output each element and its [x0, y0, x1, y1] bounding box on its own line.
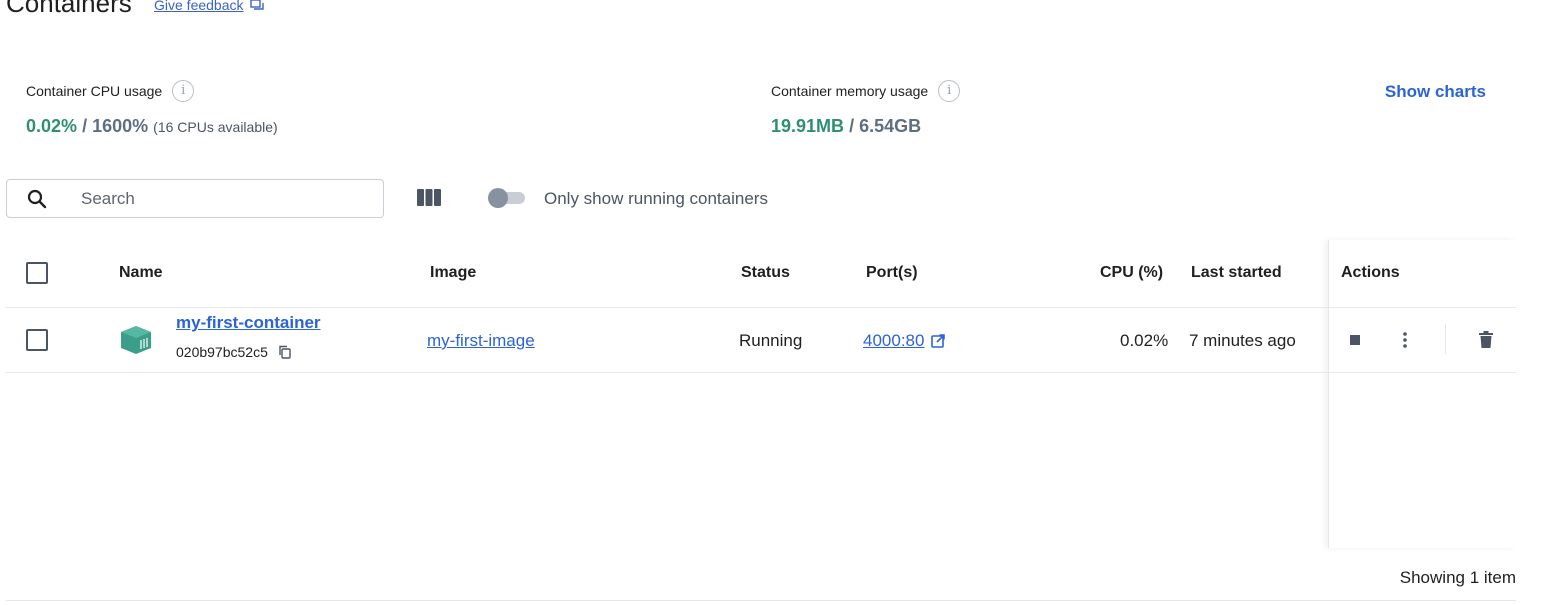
container-id: 020b97bc52c5 — [176, 343, 292, 361]
header-divider — [6, 307, 1516, 308]
cpu-usage-separator: / — [82, 116, 88, 136]
more-actions-button[interactable] — [1391, 326, 1419, 354]
memory-usage-label: Container memory usage i — [771, 80, 961, 102]
copy-icon[interactable] — [278, 345, 292, 359]
search-input[interactable] — [81, 188, 341, 209]
column-settings-button[interactable] — [416, 187, 442, 209]
port-link[interactable]: 4000:80 — [863, 330, 946, 352]
cpu-value: 0.02% — [1120, 331, 1169, 350]
port-link-text[interactable]: 4000:80 — [863, 330, 924, 352]
row-select-checkbox[interactable] — [26, 329, 48, 351]
memory-usage-label-text: Container memory usage — [771, 83, 929, 99]
memory-usage-value: 19.91MB / 6.54GB — [771, 115, 921, 137]
bottom-divider — [6, 600, 1516, 601]
columns-icon — [417, 189, 441, 206]
search-box — [6, 179, 384, 218]
cpu-available-note: (16 CPUs available) — [153, 119, 278, 135]
column-header-image[interactable]: Image — [430, 263, 476, 283]
trash-icon — [1479, 331, 1493, 348]
cpu-usage-label-text: Container CPU usage — [26, 83, 163, 99]
info-icon[interactable]: i — [938, 80, 961, 102]
actions-separator — [1445, 324, 1446, 354]
running-only-toggle[interactable] — [488, 188, 526, 208]
cpu-usage-value: 0.02% / 1600% (16 CPUs available) — [26, 115, 278, 138]
stop-icon — [1350, 335, 1360, 345]
stop-button[interactable] — [1341, 326, 1369, 354]
column-header-last-started[interactable]: Last started — [1191, 263, 1282, 283]
delete-button[interactable] — [1472, 326, 1500, 354]
memory-usage-current: 19.91MB — [771, 116, 845, 136]
cpu-usage-current: 0.02% — [26, 116, 78, 136]
toggle-knob — [488, 188, 508, 208]
cpu-usage-total: 1600% — [92, 116, 149, 136]
select-all-checkbox[interactable] — [26, 262, 48, 284]
page-title: Containers — [6, 0, 132, 18]
info-icon[interactable]: i — [172, 80, 195, 102]
column-header-ports[interactable]: Port(s) — [866, 263, 918, 283]
column-header-actions: Actions — [1341, 264, 1400, 281]
container-icon — [121, 326, 151, 354]
item-count: Showing 1 item — [1399, 568, 1516, 587]
show-charts-button[interactable]: Show charts — [1385, 82, 1486, 102]
give-feedback-label: Give feedback — [154, 0, 244, 13]
cpu-usage-label: Container CPU usage i — [26, 80, 195, 102]
container-name-link[interactable]: my-first-container — [176, 313, 321, 333]
more-vertical-icon — [1403, 332, 1407, 348]
container-id-text: 020b97bc52c5 — [176, 344, 268, 360]
search-icon — [27, 189, 47, 208]
column-header-status[interactable]: Status — [741, 263, 790, 283]
memory-usage-total: 6.54GB — [859, 116, 922, 136]
image-link[interactable]: my-first-image — [427, 330, 535, 352]
external-link-icon[interactable] — [930, 333, 946, 349]
running-only-label: Only show running containers — [544, 189, 768, 208]
row-divider — [6, 372, 1516, 373]
actions-column-panel — [1328, 240, 1516, 548]
status-text: Running — [739, 331, 803, 350]
last-started-value: 7 minutes ago — [1189, 331, 1296, 350]
column-header-cpu[interactable]: CPU (%) — [1100, 263, 1163, 283]
feedback-icon — [249, 0, 264, 10]
give-feedback-link[interactable]: Give feedback — [154, 0, 264, 13]
memory-usage-separator: / — [849, 116, 855, 136]
column-header-name[interactable]: Name — [119, 263, 163, 283]
